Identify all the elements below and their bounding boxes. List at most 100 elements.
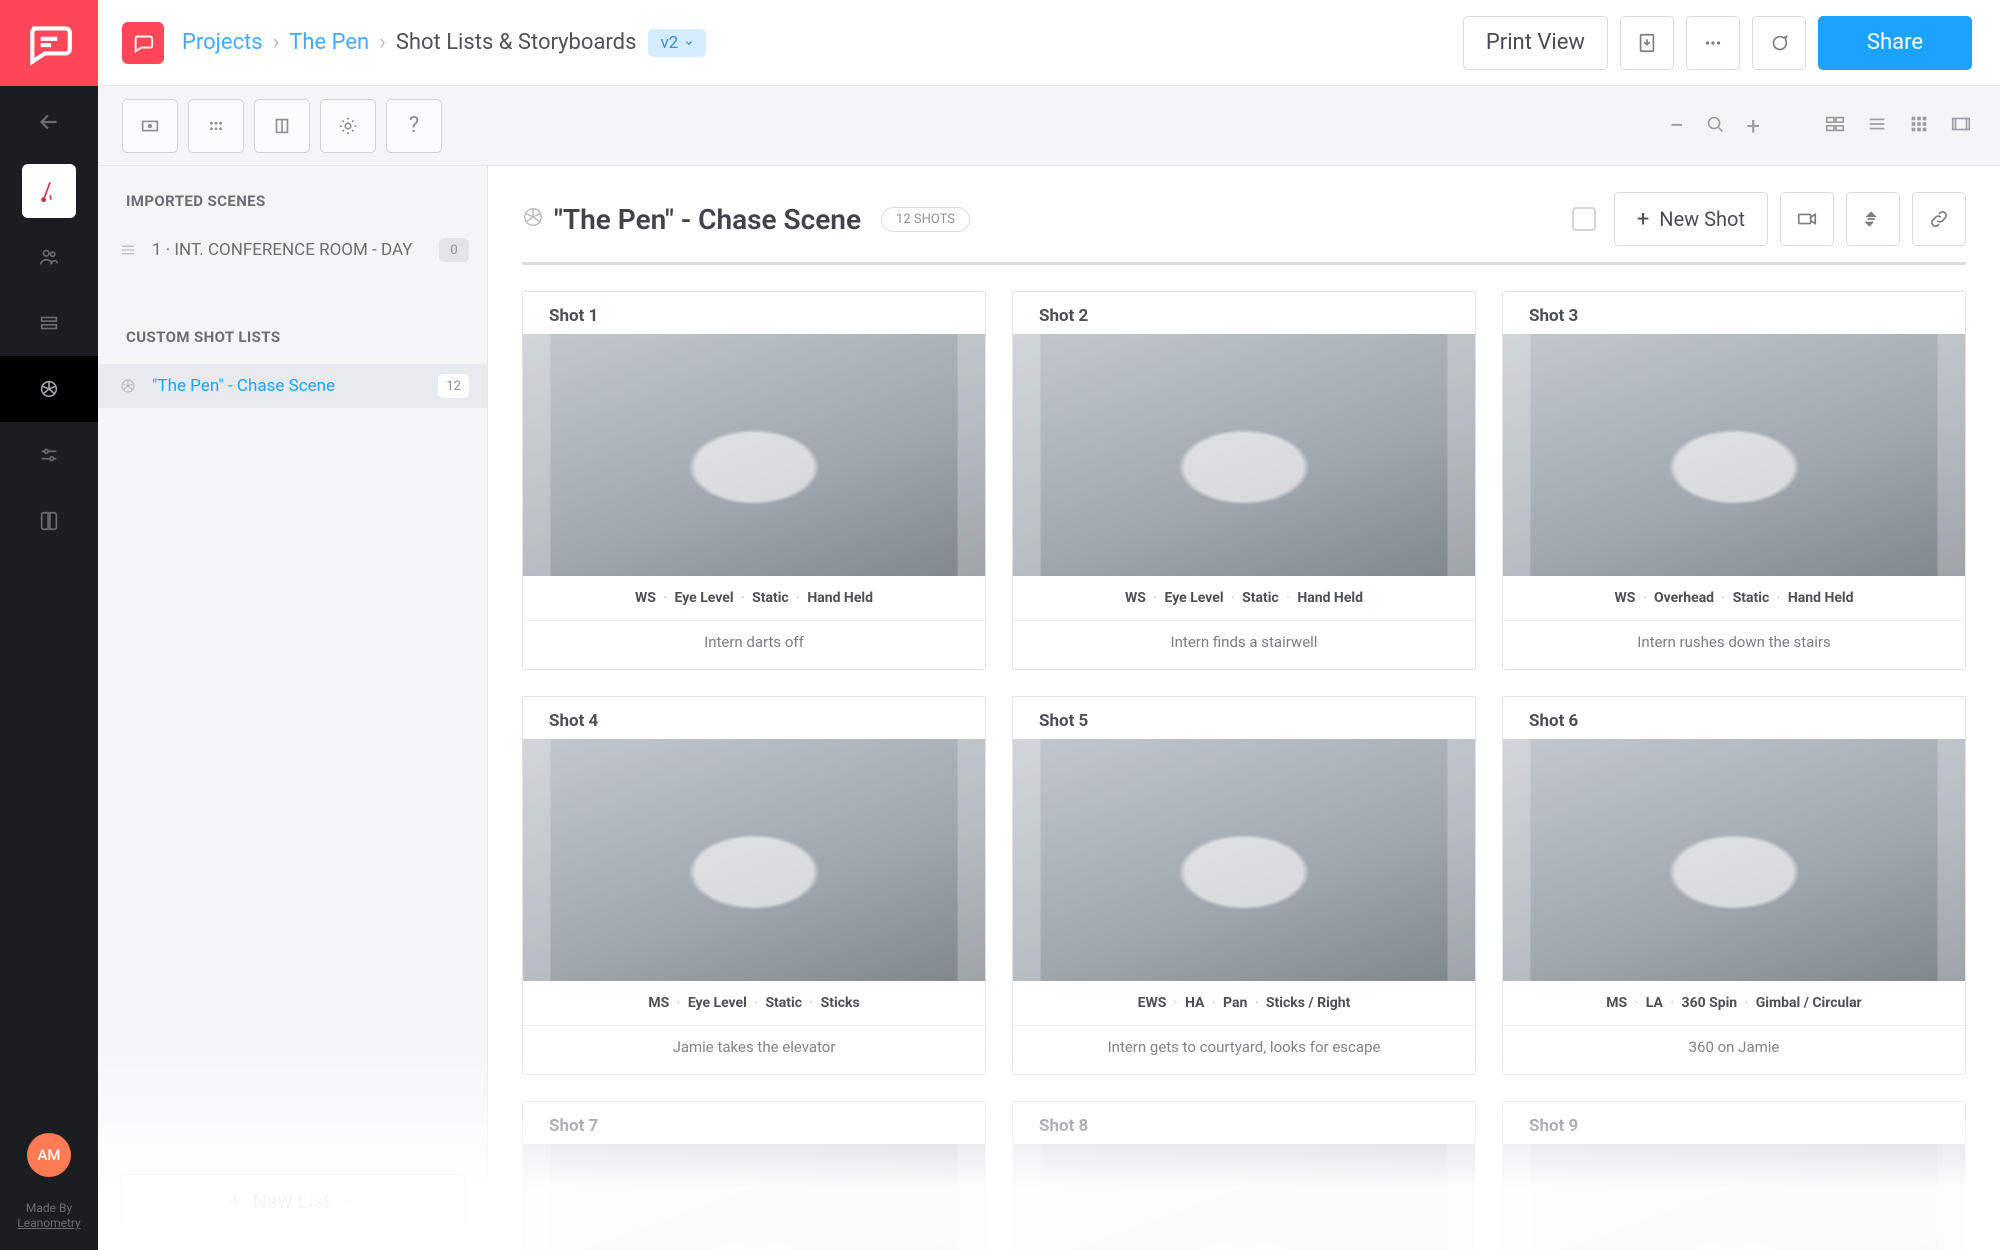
download-button[interactable]: [1620, 16, 1674, 70]
imported-scenes-header: IMPORTED SCENES: [98, 192, 487, 210]
shot-label: Shot 8: [1013, 1102, 1475, 1144]
custom-list-row[interactable]: "The Pen" - Chase Scene 12: [98, 364, 487, 408]
record-button[interactable]: [1780, 192, 1834, 246]
share-button[interactable]: Share: [1818, 16, 1972, 70]
tool-help-button[interactable]: ?: [386, 99, 442, 153]
shot-card[interactable]: Shot 9: [1502, 1101, 1966, 1250]
chevron-right-icon: ›: [379, 30, 386, 55]
shot-label: Shot 4: [523, 697, 985, 739]
stage: "The Pen" - Chase Scene 12 SHOTS + New S…: [488, 166, 2000, 1250]
shot-meta: WS · Overhead · Static · Hand Held: [1503, 576, 1965, 620]
shot-frame[interactable]: [1503, 739, 1965, 981]
new-list-button[interactable]: + New List: [120, 1174, 465, 1228]
shot-frame[interactable]: [523, 739, 985, 981]
shot-frame[interactable]: [1503, 334, 1965, 576]
shot-card[interactable]: Shot 4 MS · Eye Level · Static · Sticks …: [522, 696, 986, 1075]
imported-scene-row[interactable]: 1 · INT. CONFERENCE ROOM - DAY 0: [98, 228, 487, 272]
shot-card[interactable]: Shot 5 EWS · HA · Pan · Sticks / Right I…: [1012, 696, 1476, 1075]
shot-card[interactable]: Shot 8: [1012, 1101, 1476, 1250]
shot-meta: WS · Eye Level · Static · Hand Held: [1013, 576, 1475, 620]
shot-card[interactable]: Shot 1 WS · Eye Level · Static · Hand He…: [522, 291, 986, 670]
rail-item-project[interactable]: [22, 164, 76, 218]
custom-lists-header: CUSTOM SHOT LISTS: [98, 328, 487, 346]
comments-button[interactable]: [1752, 16, 1806, 70]
shot-description: Intern finds a stairwell: [1013, 620, 1475, 669]
stage-title: "The Pen" - Chase Scene: [554, 203, 861, 236]
sidebar: IMPORTED SCENES 1 · INT. CONFERENCE ROOM…: [98, 166, 488, 1250]
shot-description: Intern gets to courtyard, looks for esca…: [1013, 1025, 1475, 1074]
shot-meta: MS · Eye Level · Static · Sticks: [523, 981, 985, 1025]
rail-item-settings[interactable]: [0, 422, 98, 488]
plus-icon: +: [1637, 207, 1649, 232]
zoom-reset-button[interactable]: [1704, 113, 1726, 139]
shot-frame[interactable]: [1013, 334, 1475, 576]
shot-card[interactable]: Shot 2 WS · Eye Level · Static · Hand He…: [1012, 291, 1476, 670]
scene-icon: [116, 241, 140, 259]
shot-meta: MS · LA · 360 Spin · Gimbal / Circular: [1503, 981, 1965, 1025]
shot-label: Shot 2: [1013, 292, 1475, 334]
zoom-out-button[interactable]: −: [1670, 111, 1685, 141]
shot-count-pill: 12 SHOTS: [881, 207, 970, 232]
breadcrumb-page: Shot Lists & Storyboards: [396, 30, 637, 55]
new-shot-button[interactable]: + New Shot: [1614, 192, 1768, 246]
topbar: Projects › The Pen › Shot Lists & Storyb…: [98, 0, 2000, 86]
credit-link[interactable]: Leanometry: [17, 1216, 81, 1230]
aperture-icon: [522, 206, 544, 232]
toolbar: ? − +: [98, 86, 2000, 166]
scene-count: 0: [439, 238, 469, 262]
shot-frame[interactable]: [1503, 1144, 1965, 1250]
stage-header: "The Pen" - Chase Scene 12 SHOTS + New S…: [522, 192, 1966, 265]
view-list-button[interactable]: [1866, 113, 1888, 139]
print-view-button[interactable]: Print View: [1463, 16, 1608, 70]
tool-grid-button[interactable]: [188, 99, 244, 153]
sort-button[interactable]: [1846, 192, 1900, 246]
chevron-down-icon: [342, 1194, 356, 1208]
aperture-icon: [116, 377, 140, 395]
scene-label: 1 · INT. CONFERENCE ROOM - DAY: [152, 240, 439, 260]
user-avatar[interactable]: AM: [27, 1133, 71, 1177]
shot-card[interactable]: Shot 3 WS · Overhead · Static · Hand Hel…: [1502, 291, 1966, 670]
select-all-checkbox[interactable]: [1572, 207, 1596, 231]
custom-list-count: 12: [438, 374, 469, 398]
chevron-right-icon: ›: [273, 30, 280, 55]
shot-label: Shot 9: [1503, 1102, 1965, 1144]
shot-frame[interactable]: [523, 1144, 985, 1250]
shot-meta: EWS · HA · Pan · Sticks / Right: [1013, 981, 1475, 1025]
view-grid-button[interactable]: [1908, 113, 1930, 139]
shot-frame[interactable]: [1013, 739, 1475, 981]
rail-item-lists[interactable]: [0, 290, 98, 356]
shot-description: Intern rushes down the stairs: [1503, 620, 1965, 669]
tool-settings-button[interactable]: [320, 99, 376, 153]
zoom-in-button[interactable]: +: [1746, 112, 1760, 140]
more-button[interactable]: [1686, 16, 1740, 70]
shot-description: 360 on Jamie: [1503, 1025, 1965, 1074]
credit-footer: Made ByLeanometry: [17, 1201, 81, 1232]
breadcrumb-projects[interactable]: Projects: [182, 30, 263, 55]
link-button[interactable]: [1912, 192, 1966, 246]
rail-item-storyboard[interactable]: [0, 356, 98, 422]
shot-card[interactable]: Shot 7: [522, 1101, 986, 1250]
brand-logo[interactable]: [0, 0, 98, 86]
shot-label: Shot 7: [523, 1102, 985, 1144]
rail-item-team[interactable]: [0, 224, 98, 290]
tool-aspect-button[interactable]: [122, 99, 178, 153]
back-arrow[interactable]: [0, 86, 98, 158]
shot-label: Shot 3: [1503, 292, 1965, 334]
view-board-button[interactable]: [1824, 113, 1846, 139]
shot-label: Shot 6: [1503, 697, 1965, 739]
shot-card[interactable]: Shot 6 MS · LA · 360 Spin · Gimbal / Cir…: [1502, 696, 1966, 1075]
nav-rail: AM Made ByLeanometry: [0, 0, 98, 1250]
breadcrumb-app-icon[interactable]: [122, 22, 164, 64]
view-filmstrip-button[interactable]: [1950, 113, 1972, 139]
plus-icon: +: [229, 1189, 240, 1213]
shot-frame[interactable]: [1013, 1144, 1475, 1250]
shot-meta: WS · Eye Level · Static · Hand Held: [523, 576, 985, 620]
shot-label: Shot 1: [523, 292, 985, 334]
shot-description: Jamie takes the elevator: [523, 1025, 985, 1074]
breadcrumb-project[interactable]: The Pen: [289, 30, 369, 55]
tool-columns-button[interactable]: [254, 99, 310, 153]
shot-frame[interactable]: [523, 334, 985, 576]
rail-item-docs[interactable]: [0, 488, 98, 554]
version-selector[interactable]: v2: [648, 29, 706, 57]
shot-description: Intern darts off: [523, 620, 985, 669]
